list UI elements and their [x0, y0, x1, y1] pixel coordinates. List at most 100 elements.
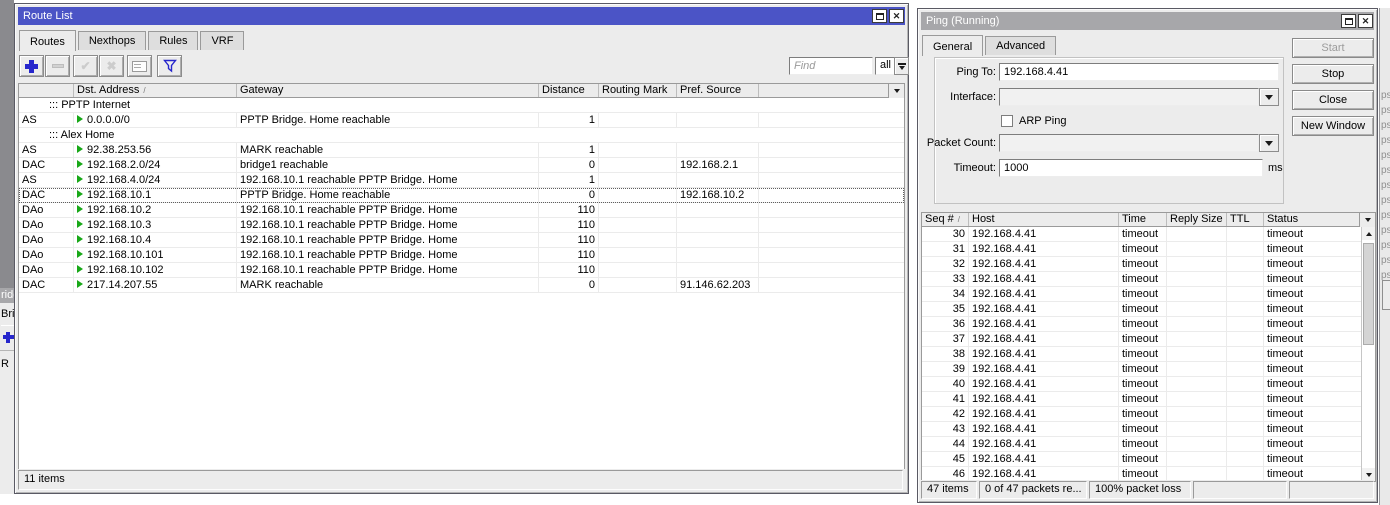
- ping-row[interactable]: 30 192.168.4.41 timeout timeout: [922, 227, 1361, 242]
- route-column-menu-button[interactable]: [888, 84, 904, 98]
- comment-button[interactable]: [127, 55, 152, 77]
- route-row[interactable]: DAC 217.14.207.55 MARK reachable 0 91.146.62…: [19, 278, 904, 293]
- new-window-button[interactable]: New Window: [1292, 116, 1374, 136]
- background-window-scrollbar-fragment: [1382, 280, 1390, 310]
- arp-ping-checkbox[interactable]: [1001, 115, 1013, 127]
- ping-row[interactable]: 35 192.168.4.41 timeout timeout: [922, 302, 1361, 317]
- ping-titlebar[interactable]: Ping (Running) ✕: [921, 12, 1374, 30]
- scrollbar-thumb[interactable]: [1363, 243, 1374, 345]
- column-flags[interactable]: [19, 84, 74, 97]
- background-text-fragment: ps: [1381, 120, 1390, 131]
- ping-row[interactable]: 39 192.168.4.41 timeout timeout: [922, 362, 1361, 377]
- column-ttl[interactable]: TTL: [1227, 213, 1264, 226]
- vertical-scrollbar[interactable]: [1361, 227, 1375, 481]
- ping-status: timeout: [1264, 332, 1361, 347]
- route-distance: 1: [539, 143, 599, 158]
- background-text-fragment: ps: [1381, 255, 1390, 266]
- timeout-input[interactable]: [999, 159, 1263, 177]
- filter-button[interactable]: [157, 55, 182, 77]
- tab-routes[interactable]: Routes: [19, 30, 76, 51]
- ping-seq: 46: [922, 467, 969, 481]
- ping-column-menu-button[interactable]: [1359, 213, 1375, 227]
- ping-row[interactable]: 36 192.168.4.41 timeout timeout: [922, 317, 1361, 332]
- column-reply-size[interactable]: Reply Size: [1167, 213, 1227, 226]
- tab-rules[interactable]: Rules: [148, 31, 199, 50]
- route-dst-address: 192.168.10.101: [74, 248, 237, 263]
- route-filler: [759, 158, 904, 173]
- route-comment-row[interactable]: ::: PPTP Internet: [19, 98, 904, 113]
- route-row[interactable]: AS 192.168.4.0/24 192.168.10.1 reachable P…: [19, 173, 904, 188]
- packet-count-input[interactable]: [999, 134, 1259, 152]
- column-routing-mark[interactable]: Routing Mark: [599, 84, 677, 97]
- enable-route-button[interactable]: ✔: [73, 55, 98, 77]
- ping-row[interactable]: 34 192.168.4.41 timeout timeout: [922, 287, 1361, 302]
- maximize-button[interactable]: [1341, 14, 1356, 28]
- column-distance[interactable]: Distance: [539, 84, 599, 97]
- column-gateway[interactable]: Gateway: [237, 84, 539, 97]
- route-row[interactable]: DAo 192.168.10.102 192.168.10.1 reachable …: [19, 263, 904, 278]
- route-filler: [759, 233, 904, 248]
- close-button[interactable]: ✕: [1358, 14, 1373, 28]
- active-route-icon: [77, 280, 83, 288]
- active-route-icon: [77, 220, 83, 228]
- route-row[interactable]: AS 92.38.253.56 MARK reachable 1: [19, 143, 904, 158]
- ping-row[interactable]: 40 192.168.4.41 timeout timeout: [922, 377, 1361, 392]
- scroll-up-button[interactable]: [1362, 227, 1375, 240]
- packet-count-dropdown-button[interactable]: [1259, 134, 1279, 152]
- ping-row[interactable]: 37 192.168.4.41 timeout timeout: [922, 332, 1361, 347]
- remove-route-button[interactable]: [45, 55, 70, 77]
- route-gateway: bridge1 reachable: [237, 158, 539, 173]
- ping-row[interactable]: 33 192.168.4.41 timeout timeout: [922, 272, 1361, 287]
- tab-nexthops[interactable]: Nexthops: [77, 31, 147, 50]
- tab-advanced[interactable]: Advanced: [985, 36, 1057, 55]
- ping-row[interactable]: 31 192.168.4.41 timeout timeout: [922, 242, 1361, 257]
- ping-to-label: Ping To:: [956, 66, 996, 78]
- ping-row[interactable]: 32 192.168.4.41 timeout timeout: [922, 257, 1361, 272]
- ping-row[interactable]: 46 192.168.4.41 timeout timeout: [922, 467, 1361, 481]
- route-comment-row[interactable]: ::: Alex Home: [19, 128, 904, 143]
- tab-vrf[interactable]: VRF: [200, 31, 245, 50]
- route-list-statusbar: 11 items: [18, 469, 905, 490]
- ping-row[interactable]: 42 192.168.4.41 timeout timeout: [922, 407, 1361, 422]
- route-row[interactable]: DAo 192.168.10.3 192.168.10.1 reachable PP…: [19, 218, 904, 233]
- ping-row[interactable]: 44 192.168.4.41 timeout timeout: [922, 437, 1361, 452]
- column-status[interactable]: Status: [1264, 213, 1359, 226]
- ping-row[interactable]: 43 192.168.4.41 timeout timeout: [922, 422, 1361, 437]
- ping-row[interactable]: 45 192.168.4.41 timeout timeout: [922, 452, 1361, 467]
- ping-row[interactable]: 38 192.168.4.41 timeout timeout: [922, 347, 1361, 362]
- filter-scope-dropdown-button[interactable]: [894, 57, 909, 75]
- ping-host: 192.168.4.41: [969, 227, 1119, 242]
- ping-host: 192.168.4.41: [969, 242, 1119, 257]
- bridge-add-button-fragment[interactable]: [1, 325, 15, 347]
- route-row[interactable]: DAo 192.168.10.101 192.168.10.1 reachable …: [19, 248, 904, 263]
- close-button[interactable]: Close: [1292, 90, 1374, 110]
- tab-general[interactable]: General: [922, 35, 984, 56]
- route-row[interactable]: DAo 192.168.10.2 192.168.10.1 reachable PP…: [19, 203, 904, 218]
- column-time[interactable]: Time: [1119, 213, 1167, 226]
- column-host[interactable]: Host: [969, 213, 1119, 226]
- stop-button[interactable]: Stop: [1292, 64, 1374, 84]
- route-row[interactable]: DAC 192.168.2.0/24 bridge1 reachable 0 192.1…: [19, 158, 904, 173]
- filter-scope-value[interactable]: all: [875, 57, 894, 75]
- column-dst-address[interactable]: Dst. Address /: [74, 84, 237, 97]
- ping-time: timeout: [1119, 317, 1167, 332]
- route-list-titlebar[interactable]: Route List ✕: [18, 7, 905, 25]
- route-pref-source: 91.146.62.203: [677, 278, 759, 293]
- add-route-button[interactable]: [19, 55, 44, 77]
- route-row[interactable]: AS 0.0.0.0/0 PPTP Bridge. Home reachable 1: [19, 113, 904, 128]
- ping-row[interactable]: 41 192.168.4.41 timeout timeout: [922, 392, 1361, 407]
- start-button[interactable]: Start: [1292, 38, 1374, 58]
- disable-route-button[interactable]: ✖: [99, 55, 124, 77]
- interface-dropdown-button[interactable]: [1259, 88, 1279, 106]
- packet-loss: 100% packet loss: [1089, 481, 1191, 499]
- find-input[interactable]: [789, 57, 873, 75]
- close-button[interactable]: ✕: [889, 9, 904, 23]
- ping-to-input[interactable]: [999, 63, 1279, 81]
- interface-input[interactable]: [999, 88, 1259, 106]
- route-row[interactable]: DAo 192.168.10.4 192.168.10.1 reachable PP…: [19, 233, 904, 248]
- item-count: 11 items: [18, 470, 903, 490]
- column-pref-source[interactable]: Pref. Source: [677, 84, 759, 97]
- column-seq[interactable]: Seq # /: [922, 213, 969, 226]
- route-row[interactable]: DAC 192.168.10.1 PPTP Bridge. Home reachab…: [19, 188, 904, 203]
- maximize-button[interactable]: [872, 9, 887, 23]
